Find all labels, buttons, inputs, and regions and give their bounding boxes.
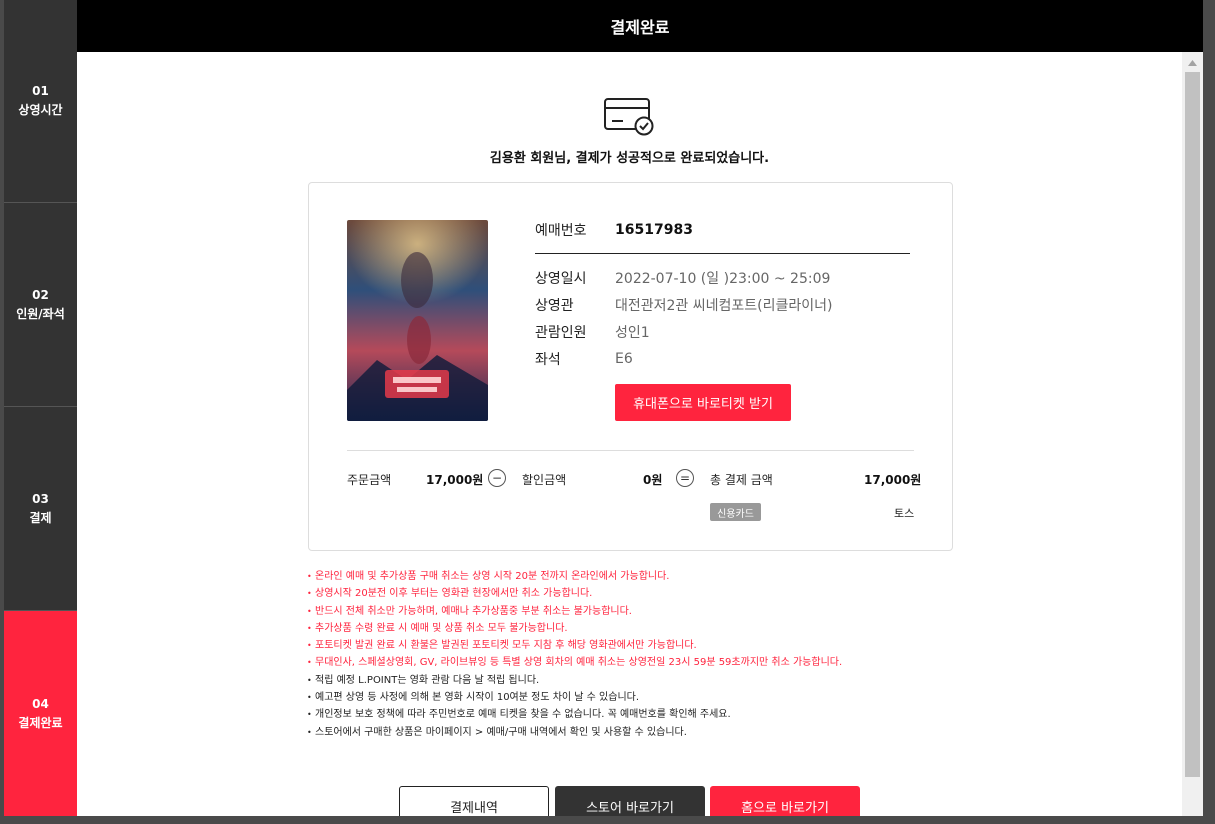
payment-method-badge: 신용카드 bbox=[710, 503, 761, 521]
ticket-card: 예매번호 16517983 상영일시 2022-07-10 (일 )23:00 … bbox=[308, 182, 953, 556]
order-amount-label: 주문금액 bbox=[347, 473, 392, 487]
discount-amount-label: 할인금액 bbox=[522, 473, 567, 487]
minus-icon: − bbox=[488, 469, 506, 487]
movie-poster bbox=[347, 220, 488, 421]
total-amount-label: 총 결제 금액 bbox=[710, 473, 773, 487]
total-amount-value: 17,000원 bbox=[864, 473, 922, 487]
mobile-ticket-button[interactable]: 휴대폰으로 바로티켓 받기 bbox=[615, 384, 791, 421]
home-button[interactable]: 홈으로 바로가기 bbox=[710, 786, 860, 816]
theater-row: 상영관 대전관저2관 씨네컴포트(리클라이너) bbox=[535, 291, 910, 318]
vertical-scrollbar[interactable] bbox=[1182, 52, 1203, 816]
notice-item: 추가상품 수령 완료 시 예매 및 상품 취소 모두 불가능합니다. bbox=[307, 620, 842, 638]
payment-provider: 토스 bbox=[894, 507, 915, 520]
scroll-up-arrow-icon[interactable] bbox=[1182, 56, 1203, 70]
order-amount-value: 17,000원 bbox=[426, 473, 484, 487]
step-number: 02 bbox=[32, 288, 49, 302]
seat-row: 좌석 E6 bbox=[535, 345, 910, 372]
step-complete[interactable]: 04 결제완료 bbox=[4, 611, 77, 816]
step-number: 01 bbox=[32, 84, 49, 98]
theater-value: 대전관저2관 씨네컴포트(리클라이너) bbox=[615, 297, 833, 314]
store-button[interactable]: 스토어 바로가기 bbox=[555, 786, 705, 816]
step-showtime[interactable]: 01 상영시간 bbox=[4, 0, 77, 203]
notice-item: 상영시작 20분전 이후 부터는 영화관 현장에서만 취소 가능합니다. bbox=[307, 585, 842, 603]
step-label: 결제 bbox=[29, 511, 52, 525]
step-label: 상영시간 bbox=[18, 103, 63, 117]
notice-item: 무대인사, 스페셜상영회, GV, 라이브뷰잉 등 특별 상영 회차의 예매 취… bbox=[307, 654, 842, 672]
scrollbar-thumb[interactable] bbox=[1185, 72, 1200, 777]
people-value: 성인1 bbox=[615, 324, 650, 341]
people-label: 관람인원 bbox=[535, 324, 587, 341]
page-title: 결제완료 bbox=[610, 18, 670, 37]
booking-number-row: 예매번호 16517983 bbox=[535, 219, 910, 254]
main-content: 김용환 회원님, 결제가 성공적으로 완료되었습니다. 예매번호 1651798… bbox=[77, 52, 1182, 816]
page-title-bar: 결제완료 bbox=[77, 0, 1203, 52]
notice-item: 온라인 예매 및 추가상품 구매 취소는 상영 시작 20분 전까지 온라인에서… bbox=[307, 568, 842, 586]
ticket-perforation bbox=[309, 546, 952, 556]
showtime-value: 2022-07-10 (일 )23:00 ~ 25:09 bbox=[615, 270, 831, 287]
notice-list: 온라인 예매 및 추가상품 구매 취소는 상영 시작 20분 전까지 온라인에서… bbox=[307, 568, 842, 741]
notice-item: 개인정보 보호 정책에 따라 주민번호로 예매 티켓을 찾을 수 없습니다. 꼭… bbox=[307, 706, 842, 724]
theater-label: 상영관 bbox=[535, 297, 574, 314]
seat-label: 좌석 bbox=[535, 351, 561, 368]
success-message: 김용환 회원님, 결제가 성공적으로 완료되었습니다. bbox=[489, 151, 770, 166]
booking-info: 예매번호 16517983 상영일시 2022-07-10 (일 )23:00 … bbox=[535, 219, 910, 421]
notice-item: 예고편 상영 등 사정에 의해 본 영화 시작이 10여분 정도 차이 날 수 … bbox=[307, 689, 842, 707]
people-row: 관람인원 성인1 bbox=[535, 318, 910, 345]
step-payment[interactable]: 03 결제 bbox=[4, 408, 77, 611]
step-label: 인원/좌석 bbox=[16, 307, 65, 321]
showtime-label: 상영일시 bbox=[535, 270, 587, 287]
notice-item: 적립 예정 L.POINT는 영화 관람 다음 날 적립 됩니다. bbox=[307, 672, 842, 690]
seat-value: E6 bbox=[615, 350, 633, 367]
booking-number-value: 16517983 bbox=[615, 222, 693, 238]
booking-number-label: 예매번호 bbox=[535, 223, 587, 239]
payment-history-button[interactable]: 결제내역 bbox=[399, 786, 549, 816]
notice-item: 반드시 전체 취소만 가능하며, 예매나 추가상품중 부분 취소는 불가능합니다… bbox=[307, 603, 842, 621]
notice-item: 포토티켓 발권 완료 시 환불은 발권된 포토티켓 모두 지참 후 해당 영화관… bbox=[307, 637, 842, 655]
showtime-row: 상영일시 2022-07-10 (일 )23:00 ~ 25:09 bbox=[535, 264, 910, 291]
payment-divider bbox=[347, 450, 914, 451]
step-sidebar: 01 상영시간 02 인원/좌석 03 결제 04 결제완료 bbox=[4, 0, 77, 816]
window-frame-bottom bbox=[0, 816, 1215, 824]
equals-icon: = bbox=[676, 469, 694, 487]
window-frame-right bbox=[1203, 0, 1215, 824]
notice-item: 스토어에서 구매한 상품은 마이페이지 > 예매/구매 내역에서 확인 및 사용… bbox=[307, 724, 842, 742]
step-number: 03 bbox=[32, 492, 49, 506]
step-number: 04 bbox=[32, 696, 49, 711]
discount-amount-value: 0원 bbox=[643, 473, 663, 487]
credit-card-check-icon bbox=[604, 98, 654, 136]
step-label: 결제완료 bbox=[18, 715, 63, 730]
step-seats[interactable]: 02 인원/좌석 bbox=[4, 204, 77, 407]
